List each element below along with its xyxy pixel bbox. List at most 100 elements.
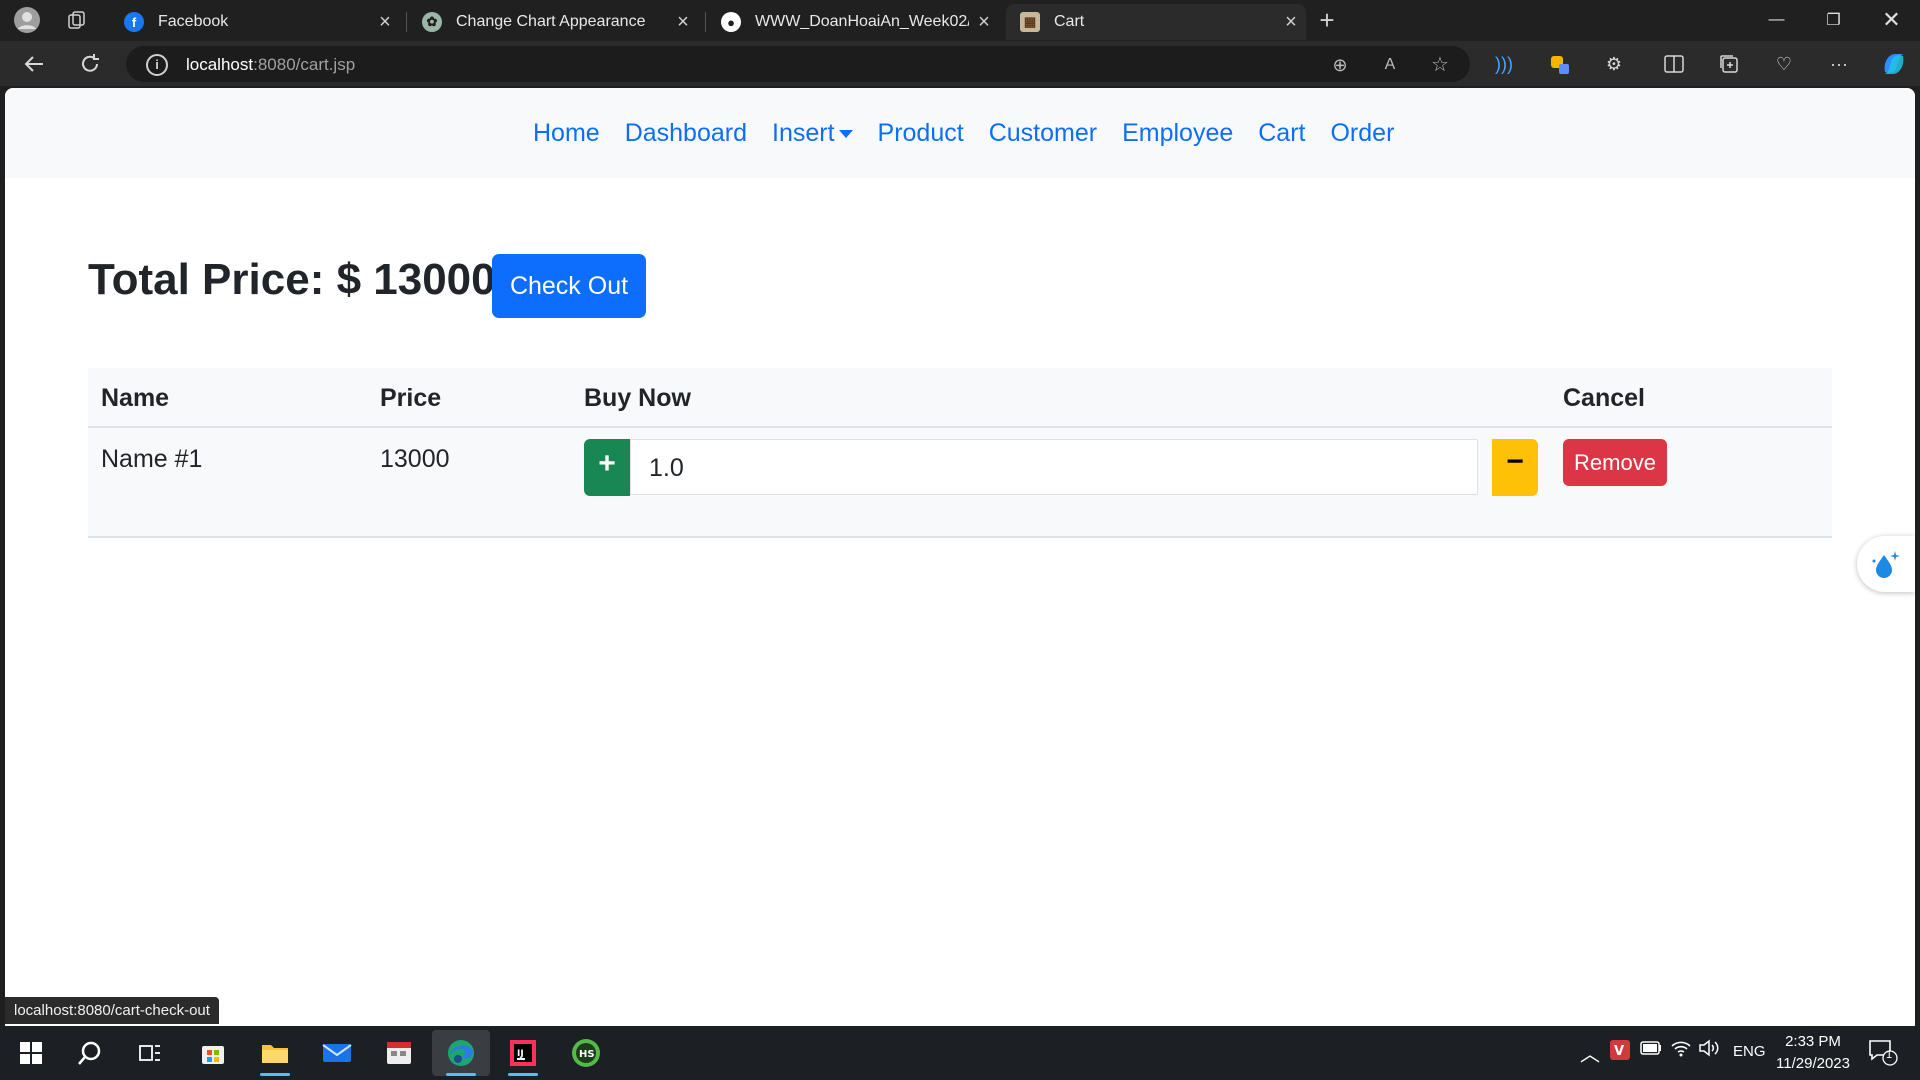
mail-app[interactable] bbox=[308, 1030, 366, 1076]
store-app[interactable] bbox=[184, 1030, 242, 1076]
svg-text:HS: HS bbox=[579, 1049, 595, 1060]
calendar-app-icon bbox=[387, 1042, 411, 1064]
microsoft-store-icon bbox=[202, 1046, 224, 1064]
wifi-icon[interactable] bbox=[1670, 1038, 1692, 1063]
new-tab-button[interactable]: + bbox=[1309, 4, 1345, 36]
nav-menu: Home Dashboard Insert Product Customer E… bbox=[533, 119, 1419, 148]
read-aloud-icon[interactable]: A bbox=[1378, 53, 1402, 77]
calendar-app[interactable] bbox=[370, 1030, 428, 1076]
extension-puzzle-color-icon[interactable] bbox=[1543, 47, 1579, 81]
water-drop-sparkle-icon bbox=[1872, 551, 1900, 578]
notification-count: 1 bbox=[1886, 1049, 1893, 1061]
site-navbar: Home Dashboard Insert Product Customer E… bbox=[5, 88, 1915, 178]
svg-text:IJ: IJ bbox=[517, 1049, 524, 1059]
collections-icon[interactable] bbox=[1711, 47, 1747, 81]
nav-product[interactable]: Product bbox=[878, 119, 964, 148]
copilot-icon[interactable] bbox=[1876, 47, 1912, 81]
cell-name: Name #1 bbox=[101, 445, 203, 473]
nav-insert-dropdown[interactable]: Insert bbox=[772, 119, 853, 148]
clock[interactable]: 2:33 PM 11/29/2023 bbox=[1773, 1031, 1853, 1075]
check-out-button[interactable]: Check Out bbox=[492, 254, 646, 318]
task-view-icon bbox=[139, 1045, 160, 1061]
more-options-icon[interactable]: ··· bbox=[1821, 47, 1857, 81]
mail-icon bbox=[322, 1044, 352, 1062]
search-icon bbox=[78, 1041, 101, 1065]
speech-icon[interactable]: ))) bbox=[1486, 47, 1522, 81]
search-button[interactable] bbox=[60, 1030, 118, 1076]
cell-price: 13000 bbox=[380, 445, 450, 473]
github-icon: ● bbox=[721, 12, 741, 32]
header-price: Price bbox=[380, 384, 442, 412]
profile-icon[interactable] bbox=[9, 4, 45, 36]
table-row: Name #1 13000 + 1.0 − Remove bbox=[88, 428, 1832, 538]
intellij-icon: IJ bbox=[510, 1040, 536, 1066]
minimize-button[interactable]: — bbox=[1748, 0, 1805, 40]
decrease-quantity-button[interactable]: − bbox=[1492, 439, 1538, 496]
url-host: localhost bbox=[186, 55, 254, 74]
nav-order[interactable]: Order bbox=[1330, 119, 1394, 148]
show-hidden-icons-chevron[interactable]: ︿ bbox=[1580, 1038, 1600, 1067]
header-name: Name bbox=[101, 384, 170, 412]
favorite-star-icon[interactable]: ☆ bbox=[1428, 53, 1452, 77]
battery-icon[interactable] bbox=[1640, 1041, 1662, 1060]
nav-cart[interactable]: Cart bbox=[1258, 119, 1305, 148]
refresh-button[interactable] bbox=[72, 47, 108, 81]
close-window-button[interactable]: ✕ bbox=[1863, 0, 1920, 40]
zoom-icon[interactable]: ⊕ bbox=[1328, 53, 1352, 77]
url-text: localhost:8080/cart.jsp bbox=[186, 55, 355, 75]
tab-divider bbox=[705, 12, 706, 32]
edge-icon bbox=[448, 1040, 474, 1066]
header-cancel: Cancel bbox=[1563, 384, 1645, 412]
tab-github[interactable]: ● WWW_DoanHoaiAn_Week02/src × bbox=[707, 4, 999, 40]
address-bar[interactable]: i localhost:8080/cart.jsp ⊕ A ☆ bbox=[126, 46, 1470, 82]
intellij-app[interactable]: IJ bbox=[494, 1030, 552, 1076]
running-indicator bbox=[446, 1073, 476, 1076]
workspaces-icon[interactable] bbox=[59, 4, 95, 36]
language-indicator[interactable]: ENG bbox=[1733, 1043, 1766, 1060]
hs-app[interactable]: HS bbox=[557, 1030, 615, 1076]
table-header: Name Price Buy Now Cancel bbox=[88, 368, 1832, 428]
site-info-icon[interactable]: i bbox=[146, 54, 168, 76]
task-view-button[interactable] bbox=[121, 1030, 179, 1076]
nav-customer[interactable]: Customer bbox=[989, 119, 1097, 148]
close-tab-icon[interactable]: × bbox=[969, 11, 999, 34]
tab-title: Cart bbox=[1054, 13, 1085, 30]
page-icon: ▦ bbox=[1020, 12, 1040, 32]
header-buy-now: Buy Now bbox=[584, 384, 691, 412]
increase-quantity-button[interactable]: + bbox=[584, 439, 630, 496]
extensions-icon[interactable]: ⚙ bbox=[1596, 47, 1632, 81]
floating-assistant-button[interactable] bbox=[1857, 536, 1915, 592]
folder-icon bbox=[262, 1045, 288, 1063]
close-tab-icon[interactable]: × bbox=[668, 11, 698, 34]
split-screen-icon[interactable] bbox=[1656, 47, 1692, 81]
vivaldi-tray-icon[interactable]: V bbox=[1610, 1040, 1630, 1065]
back-button[interactable] bbox=[16, 47, 52, 81]
tab-change-chart-appearance[interactable]: ✿ Change Chart Appearance × bbox=[408, 4, 698, 40]
close-tab-icon[interactable]: × bbox=[370, 11, 400, 34]
start-button[interactable] bbox=[2, 1030, 60, 1076]
browser-essentials-icon[interactable]: ♡ bbox=[1766, 47, 1802, 81]
edge-browser-app[interactable] bbox=[432, 1030, 490, 1076]
close-tab-icon[interactable]: × bbox=[1276, 11, 1306, 34]
notification-center-icon[interactable]: 1 bbox=[1868, 1038, 1898, 1071]
running-indicator bbox=[260, 1073, 290, 1076]
restore-button[interactable]: ❐ bbox=[1805, 0, 1862, 40]
tab-facebook[interactable]: f Facebook × bbox=[110, 4, 400, 40]
hs-app-icon: HS bbox=[572, 1039, 600, 1067]
file-explorer-app[interactable] bbox=[246, 1030, 304, 1076]
running-indicator bbox=[508, 1073, 538, 1076]
nav-dashboard[interactable]: Dashboard bbox=[625, 119, 747, 148]
cart-table: Name Price Buy Now Cancel Name #1 13000 … bbox=[88, 368, 1832, 538]
nav-employee[interactable]: Employee bbox=[1122, 119, 1233, 148]
url-path: :8080/cart.jsp bbox=[253, 55, 356, 74]
tab-cart[interactable]: ▦ Cart × bbox=[1006, 4, 1306, 40]
caret-down-icon bbox=[838, 130, 853, 139]
quantity-input[interactable]: 1.0 bbox=[630, 439, 1478, 495]
remove-button[interactable]: Remove bbox=[1563, 439, 1667, 486]
nav-home[interactable]: Home bbox=[533, 119, 600, 148]
tab-title: Facebook bbox=[158, 13, 229, 30]
status-link-preview: localhost:8080/cart-check-out bbox=[5, 997, 219, 1024]
tab-title: Change Chart Appearance bbox=[456, 13, 646, 30]
volume-icon[interactable] bbox=[1698, 1038, 1720, 1063]
facebook-icon: f bbox=[124, 12, 144, 32]
